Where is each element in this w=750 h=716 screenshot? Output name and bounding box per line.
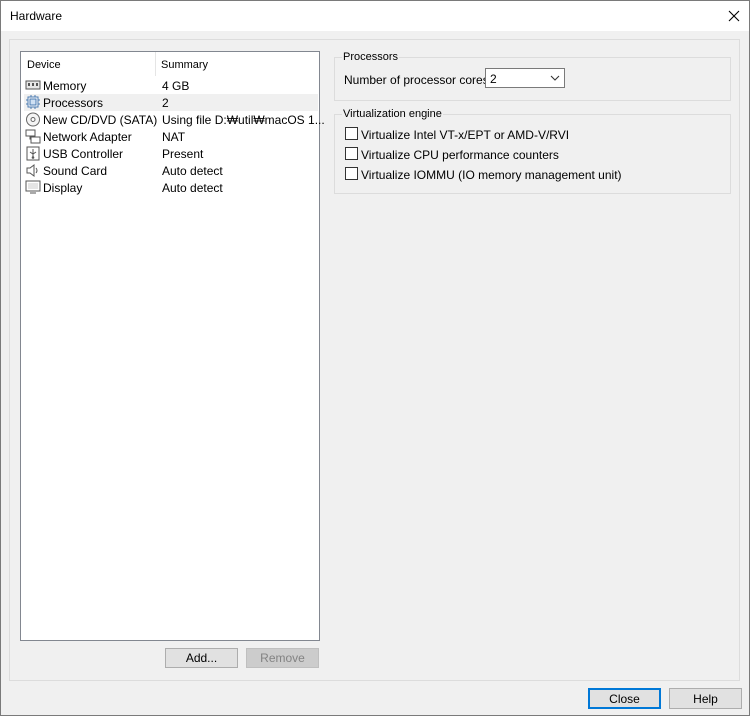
column-separator[interactable]	[155, 52, 156, 76]
chevron-down-icon	[550, 75, 560, 81]
close-window-button[interactable]	[719, 1, 749, 31]
device-summary: Auto detect	[162, 181, 223, 195]
device-name: Memory	[43, 79, 87, 93]
device-name: New CD/DVD (SATA)	[43, 113, 158, 127]
device-name: Sound Card	[43, 164, 108, 178]
device-summary: 2	[162, 96, 169, 110]
add-button[interactable]: Add...	[165, 648, 238, 668]
processor-cores-label: Number of processor cores:	[344, 73, 493, 87]
device-summary: 4 GB	[162, 79, 190, 93]
device-name: Network Adapter	[43, 130, 132, 144]
device-summary: Present	[162, 147, 204, 161]
cd-dvd-icon	[26, 112, 40, 127]
sound-card-icon	[26, 164, 38, 177]
virtualize-iommu-label[interactable]: Virtualize IOMMU (IO memory management u…	[361, 168, 622, 182]
processor-cores-select[interactable]: 2	[485, 68, 565, 88]
usb-controller-icon	[26, 146, 40, 161]
help-button[interactable]: Help	[669, 688, 742, 709]
virtualize-iommu-checkbox[interactable]	[345, 167, 358, 180]
display-icon	[25, 180, 41, 194]
remove-button[interactable]: Remove	[246, 648, 319, 668]
device-name: Display	[43, 181, 83, 195]
column-header-device[interactable]: Device	[27, 59, 61, 71]
window-title: Hardware	[10, 9, 63, 23]
list-item-memory[interactable]: Memory 4 GB	[24, 77, 318, 94]
processor-cores-value: 2	[490, 72, 497, 86]
virtualize-vtx-checkbox[interactable]	[345, 127, 358, 140]
close-icon	[728, 10, 740, 22]
virtualization-group-title: Virtualization engine	[342, 108, 443, 120]
list-header: Device Summary	[21, 52, 319, 76]
list-item-usb-controller[interactable]: USB Controller Present	[24, 145, 318, 162]
processors-group-title: Processors	[342, 51, 400, 63]
device-name: Processors	[43, 96, 104, 110]
device-name: USB Controller	[43, 147, 124, 161]
device-summary: NAT	[162, 130, 186, 144]
network-adapter-icon	[25, 129, 41, 144]
device-summary: Auto detect	[162, 164, 223, 178]
list-item-cd-dvd[interactable]: New CD/DVD (SATA) Using file D:₩util₩mac…	[24, 111, 325, 128]
list-item-network-adapter[interactable]: Network Adapter NAT	[24, 128, 318, 145]
column-header-summary[interactable]: Summary	[161, 59, 208, 71]
list-item-processors[interactable]: Processors 2	[24, 94, 318, 111]
list-item-sound-card[interactable]: Sound Card Auto detect	[24, 162, 318, 179]
device-summary: Using file D:₩util₩macOS 1...	[162, 113, 325, 127]
device-list[interactable]: Device Summary Memory 4 GB Processors 2 …	[20, 51, 325, 641]
processor-icon	[26, 95, 40, 109]
virtualize-perf-counters-checkbox[interactable]	[345, 147, 358, 160]
virtualize-vtx-label[interactable]: Virtualize Intel VT-x/EPT or AMD-V/RVI	[361, 128, 569, 142]
title-bar: Hardware	[1, 1, 749, 31]
virtualize-perf-counters-label[interactable]: Virtualize CPU performance counters	[361, 148, 559, 162]
memory-icon	[25, 80, 41, 90]
close-button[interactable]: Close	[588, 688, 661, 709]
list-item-display[interactable]: Display Auto detect	[24, 179, 318, 196]
